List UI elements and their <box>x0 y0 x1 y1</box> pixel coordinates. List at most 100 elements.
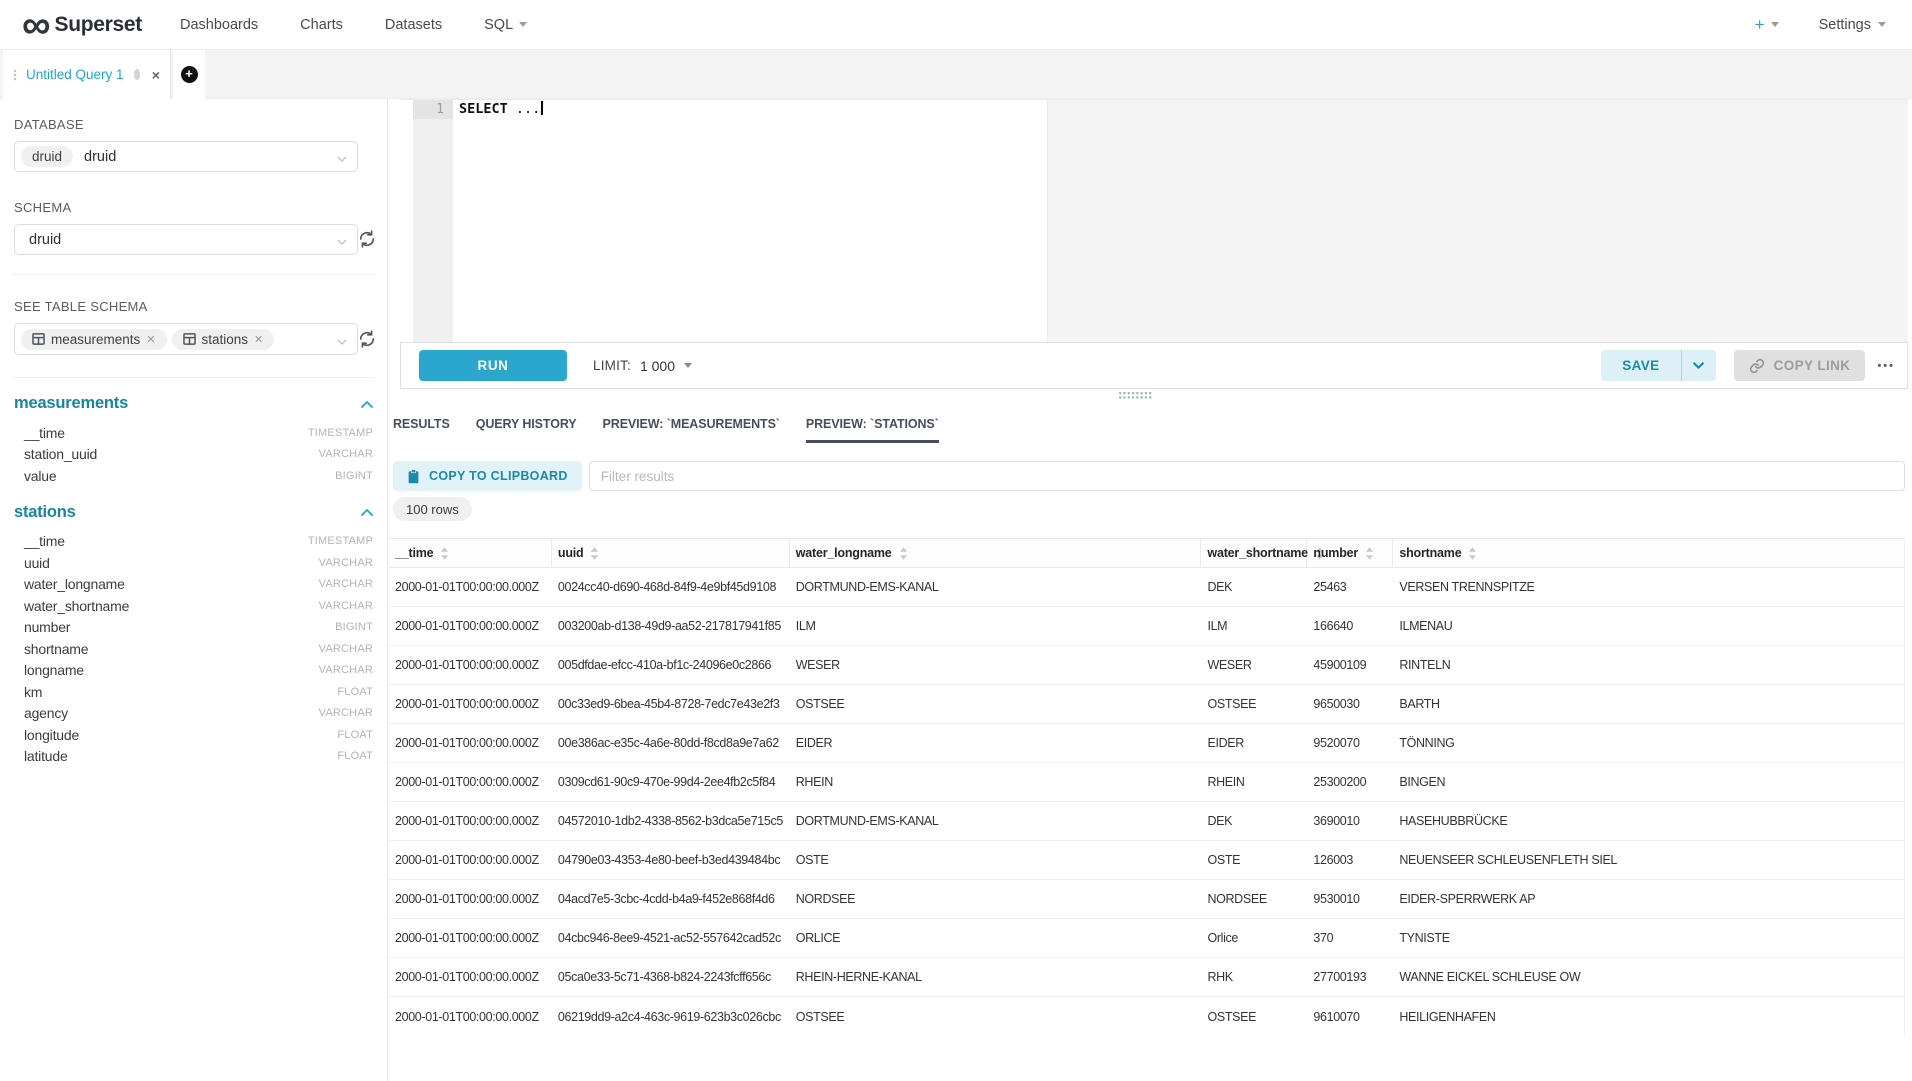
table-cell: 25463 <box>1307 568 1393 606</box>
column-name: longitude <box>24 727 79 743</box>
table-cell: 05ca0e33-5c71-4368-b824-2243fcff656c <box>552 958 790 996</box>
nav-item-charts[interactable]: Charts <box>300 17 343 33</box>
superset-logo[interactable]: ∞ Superset <box>22 10 142 40</box>
column-name: shortname <box>24 641 88 657</box>
table-cell: BARTH <box>1393 685 1904 723</box>
column-name: __time <box>24 425 65 441</box>
table-cell: 9650030 <box>1307 685 1393 723</box>
column-type: VARCHAR <box>319 448 373 460</box>
results-tab-results[interactable]: RESULTS <box>393 404 450 443</box>
table-cell: 2000-01-01T00:00:00.000Z <box>389 685 552 723</box>
collapse-chevron-icon[interactable] <box>361 400 373 408</box>
column-header-water-longname[interactable]: water_longname <box>790 539 1202 567</box>
nav-item-dashboards[interactable]: Dashboards <box>180 17 258 33</box>
sql-keyword: SELECT <box>459 101 508 117</box>
new-query-tab-button[interactable]: + <box>173 50 205 99</box>
save-options-button[interactable] <box>1682 350 1716 381</box>
run-button[interactable]: RUN <box>419 350 567 381</box>
table-cell: HASEHUBBRÜCKE <box>1393 802 1904 840</box>
schema-table-name[interactable]: stations <box>14 503 76 522</box>
schema-column-row: __time TIMESTAMP <box>14 422 373 444</box>
column-header-shortname[interactable]: shortname <box>1393 539 1904 567</box>
more-actions-button[interactable]: ••• <box>1877 360 1895 372</box>
column-name: station_uuid <box>24 446 97 462</box>
new-item-menu[interactable]: + <box>1755 15 1779 35</box>
nav-item-datasets[interactable]: Datasets <box>385 17 442 33</box>
pane-resize-handle[interactable] <box>1118 391 1152 399</box>
table-cell: OSTSEE <box>790 685 1202 723</box>
schema-column-row: water_longname VARCHAR <box>14 574 373 596</box>
column-type: VARCHAR <box>319 600 373 612</box>
limit-label: LIMIT: <box>593 358 631 373</box>
results-tab-preview-stations[interactable]: PREVIEW: `STATIONS` <box>806 404 939 443</box>
close-tab-icon[interactable]: × <box>152 67 160 83</box>
table-cell: NORDSEE <box>1201 880 1307 918</box>
line-number: 1 <box>413 100 453 119</box>
column-type: FLOAT <box>337 686 373 698</box>
filter-results-input[interactable] <box>589 461 1905 491</box>
results-tab-query-history[interactable]: QUERY HISTORY <box>476 404 577 443</box>
schema-select[interactable]: druid <box>14 224 358 255</box>
table-select[interactable]: measurements ✕ stations ✕ <box>14 323 358 355</box>
results-table-body: 2000-01-01T00:00:00.000Z0024cc40-d690-46… <box>389 568 1904 1036</box>
schema-column-row: __time TIMESTAMP <box>14 531 373 553</box>
remove-chip-icon[interactable]: ✕ <box>254 333 263 346</box>
copy-to-clipboard-button[interactable]: COPY TO CLIPBOARD <box>393 461 582 491</box>
table-cell: 9610070 <box>1307 997 1393 1036</box>
sql-editor[interactable]: 1 SELECT ... <box>400 99 1908 342</box>
table-cell: 2000-01-01T00:00:00.000Z <box>389 841 552 879</box>
table-cell: WESER <box>1201 646 1307 684</box>
table-cell: 3690010 <box>1307 802 1393 840</box>
save-button[interactable]: SAVE <box>1601 350 1680 381</box>
chevron-down-icon <box>1878 22 1886 27</box>
results-table: __time uuid water_longname water_shortna… <box>389 538 1905 1036</box>
schema-tables: measurements __time TIMESTAMP station_uu… <box>14 394 373 767</box>
results-tab-preview-measurements[interactable]: PREVIEW: `MEASUREMENTS` <box>603 404 780 443</box>
settings-label: Settings <box>1819 17 1871 33</box>
copy-to-clipboard-label: COPY TO CLIPBOARD <box>429 469 568 483</box>
table-cell: ORLICE <box>790 919 1202 957</box>
query-tab-title: Untitled Query 1 <box>26 67 124 82</box>
database-select[interactable]: druid druid <box>14 141 358 172</box>
table-cell: VERSEN TRENNSPITZE <box>1393 568 1904 606</box>
copy-link-button[interactable]: COPY LINK <box>1734 350 1866 381</box>
chip-label: measurements <box>51 332 140 347</box>
limit-dropdown[interactable]: LIMIT: 1 000 <box>593 358 692 374</box>
table-cell: 005dfdae-efcc-410a-bf1c-24096e0c2866 <box>552 646 790 684</box>
table-cell: 2000-01-01T00:00:00.000Z <box>389 646 552 684</box>
schema-table-name[interactable]: measurements <box>14 394 128 413</box>
table-cell: 2000-01-01T00:00:00.000Z <box>389 997 552 1036</box>
table-cell: ILMENAU <box>1393 607 1904 645</box>
column-type: TIMESTAMP <box>308 427 373 439</box>
table-cell: RHK <box>1201 958 1307 996</box>
table-cell: 04572010-1db2-4338-8562-b3dca5e715c5 <box>552 802 790 840</box>
remove-chip-icon[interactable]: ✕ <box>146 333 155 346</box>
nav-item-sql[interactable]: SQL <box>484 17 527 33</box>
column-type: BIGINT <box>335 621 373 633</box>
table-cell: Orlice <box>1201 919 1307 957</box>
table-cell: 9530010 <box>1307 880 1393 918</box>
column-header-water-shortname[interactable]: water_shortname <box>1201 539 1307 567</box>
refresh-tables-icon[interactable] <box>357 329 377 354</box>
table-row: 2000-01-01T00:00:00.000Z05ca0e33-5c71-43… <box>389 958 1904 997</box>
table-row: 2000-01-01T00:00:00.000Z00c33ed9-6bea-45… <box>389 685 1904 724</box>
collapse-chevron-icon[interactable] <box>361 508 373 516</box>
table-cell: 2000-01-01T00:00:00.000Z <box>389 763 552 801</box>
tab-untitled-query[interactable]: Untitled Query 1 × <box>3 50 171 99</box>
table-cell: 126003 <box>1307 841 1393 879</box>
column-header-uuid[interactable]: uuid <box>552 539 790 567</box>
table-cell: TYNISTE <box>1393 919 1904 957</box>
column-header---time[interactable]: __time <box>389 539 552 567</box>
table-chip-stations[interactable]: stations ✕ <box>172 329 275 350</box>
table-cell: ILM <box>790 607 1202 645</box>
column-name: value <box>24 468 56 484</box>
table-chip-measurements[interactable]: measurements ✕ <box>21 329 167 350</box>
table-row: 2000-01-01T00:00:00.000Z06219dd9-a2c4-46… <box>389 997 1904 1036</box>
refresh-schemas-icon[interactable] <box>357 229 377 254</box>
table-cell: HEILIGENHAFEN <box>1393 997 1904 1036</box>
settings-menu[interactable]: Settings <box>1819 17 1886 33</box>
nav-menu: Dashboards Charts Datasets SQL <box>180 17 527 33</box>
column-header-number[interactable]: number <box>1307 539 1393 567</box>
table-cell: NEUENSEER SCHLEUSENFLETH SIEL <box>1393 841 1904 879</box>
table-cell: 27700193 <box>1307 958 1393 996</box>
